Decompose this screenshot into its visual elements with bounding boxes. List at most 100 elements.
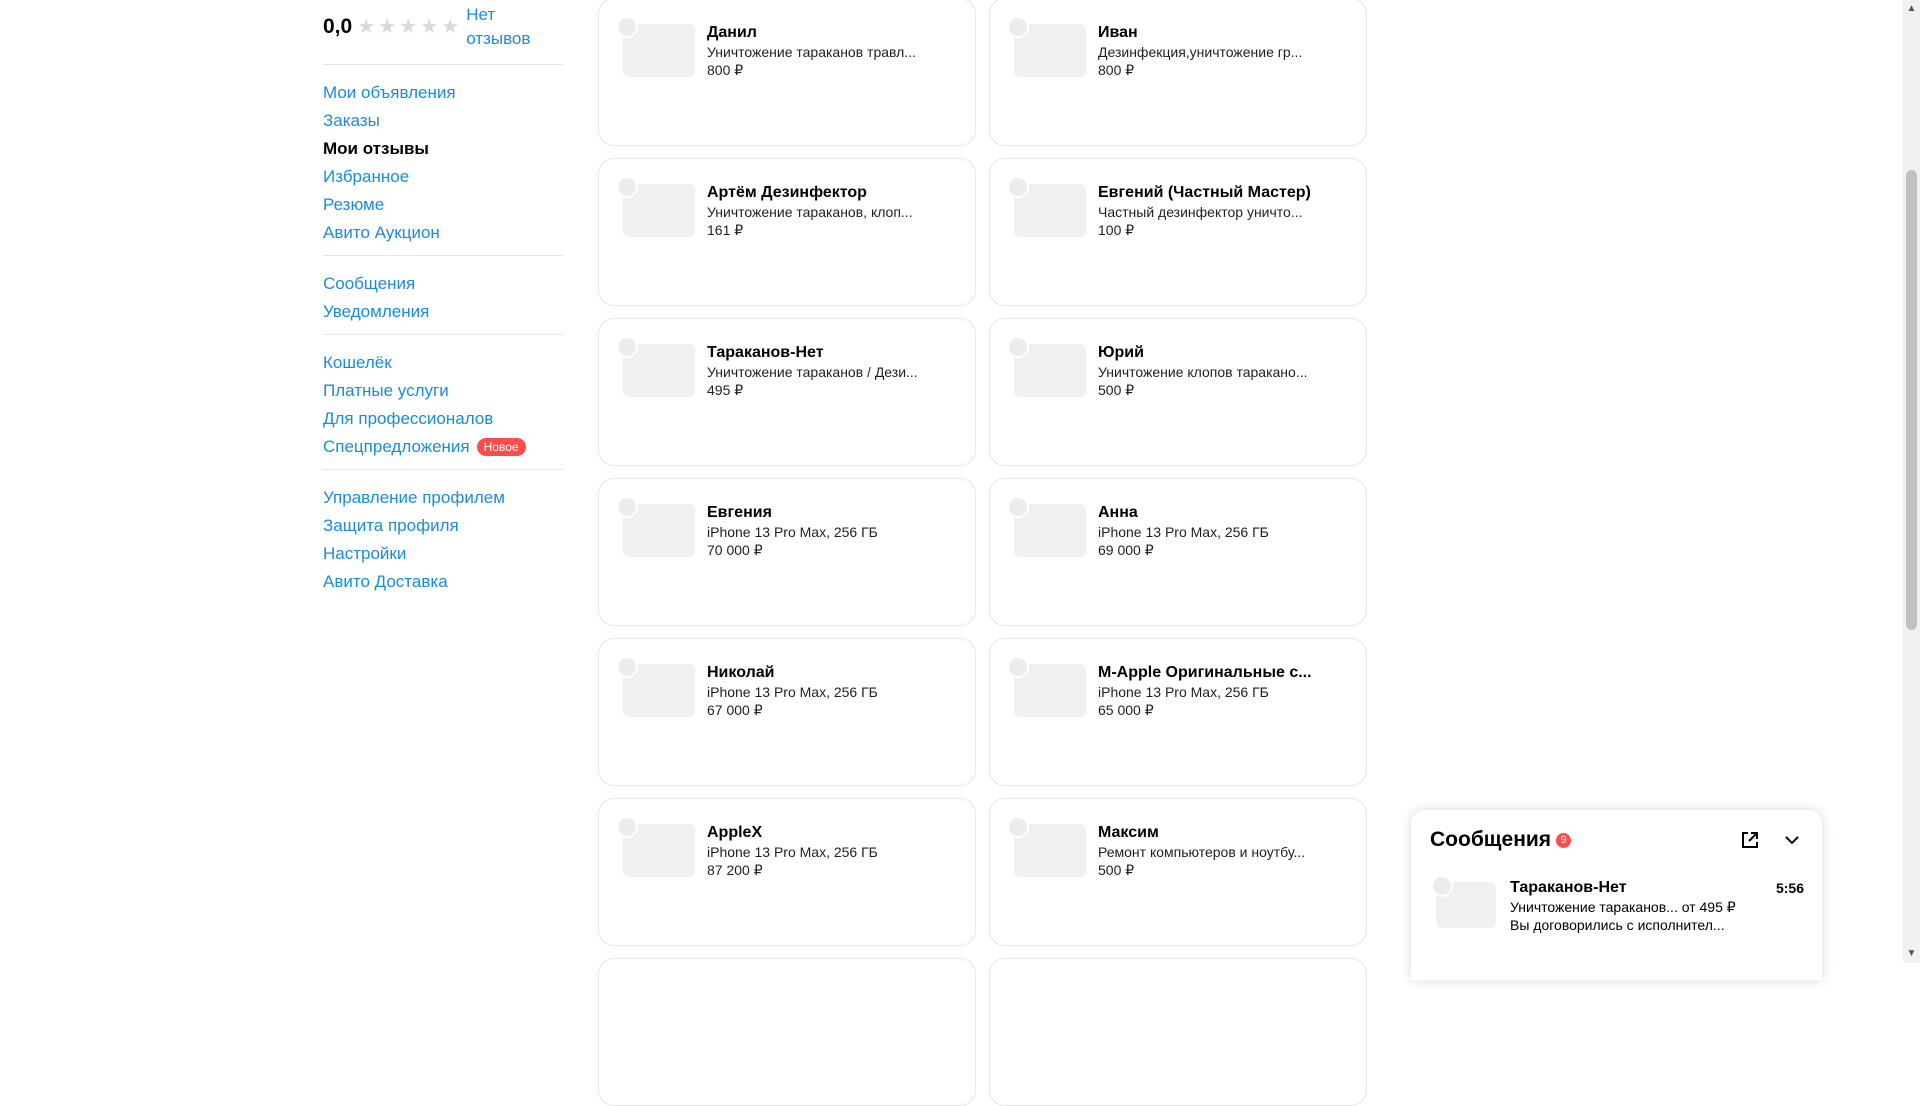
card-listing-title: Уничтожение клопов таракано... — [1098, 364, 1308, 380]
sidebar-item-label: Резюме — [323, 195, 385, 214]
card-seller-name[interactable]: Тараканов-Нет — [707, 343, 947, 363]
sidebar-menu: Мои объявления Заказы Мои отзывы Избранное Р… — [323, 64, 563, 602]
star-icon: ★ — [420, 16, 439, 38]
avatar — [616, 656, 638, 678]
card-seller-name[interactable]: M-Apple Оригинальные с... — [1098, 663, 1338, 683]
card-listing-title: iPhone 13 Pro Max, 256 ГБ — [1098, 524, 1269, 540]
card-price: 70 000 ₽ — [707, 542, 763, 558]
card-seller-name[interactable]: Анна — [1098, 503, 1338, 523]
message-preview: Вы договорились с исполнител... — [1510, 917, 1725, 933]
card-seller-name[interactable]: Юрий — [1098, 343, 1338, 363]
card-listing-title: Частный дезинфектор уничто... — [1098, 204, 1303, 220]
sidebar-divider — [323, 469, 563, 470]
sidebar-menu-group: Мои объявления Заказы Мои отзывы Избранное Р… — [323, 67, 563, 253]
sidebar-item[interactable]: Авито Аукцион — [323, 219, 563, 247]
seller-card[interactable]: AppleX iPhone 13 Pro Max, 256 ГБ 87 200 … — [598, 798, 976, 946]
sidebar-item[interactable]: Заказы — [323, 107, 563, 135]
scroll-thumb[interactable] — [1906, 170, 1917, 630]
sidebar-item[interactable]: Уведомления — [323, 298, 563, 326]
page-scrollbar[interactable]: ▲ ▼ — [1903, 0, 1920, 963]
sidebar-menu-group: Кошелёк Платные услуги Для профессионалов С… — [323, 337, 563, 467]
sidebar-item-label: Мои объявления — [323, 83, 456, 102]
rating-value: 0,0 — [323, 15, 353, 38]
no-reviews-line1: Нет — [466, 5, 496, 24]
sidebar-item-label: Заказы — [323, 111, 380, 130]
seller-card[interactable] — [989, 958, 1367, 1106]
star-icon: ★ — [399, 16, 418, 38]
sidebar-item[interactable]: Настройки — [323, 540, 563, 568]
avatar — [616, 816, 638, 838]
sidebar-item-label: Мои отзывы — [323, 139, 429, 158]
avatar — [1007, 16, 1029, 38]
message-subject: Уничтожение тараканов... от 495 ₽ — [1510, 899, 1736, 915]
seller-card[interactable] — [598, 958, 976, 1106]
card-seller-name[interactable]: Данил — [707, 23, 947, 43]
card-listing-title: iPhone 13 Pro Max, 256 ГБ — [1098, 684, 1269, 700]
sidebar-item[interactable]: Авито Доставка — [323, 568, 563, 596]
card-listing-title: iPhone 13 Pro Max, 256 ГБ — [707, 524, 878, 540]
sidebar-item[interactable]: Платные услуги — [323, 377, 563, 405]
card-seller-name[interactable]: AppleX — [707, 823, 947, 843]
no-reviews-link[interactable]: Нет отзывов — [466, 3, 530, 51]
card-listing-title: Уничтожение тараканов травл... — [707, 44, 916, 60]
card-seller-name[interactable]: Евгений (Частный Мастер) — [1098, 183, 1338, 203]
seller-card[interactable]: Тараканов-Нет Уничтожение тараканов / Де… — [598, 318, 976, 466]
sidebar-item-label: Уведомления — [323, 302, 430, 321]
messages-widget-controls — [1738, 828, 1804, 852]
avatar — [1007, 816, 1029, 838]
card-price: 500 ₽ — [1098, 862, 1135, 878]
card-price: 87 200 ₽ — [707, 862, 763, 878]
star-icon: ★ — [357, 16, 376, 38]
sidebar-item[interactable]: Управление профилем — [323, 484, 563, 512]
messages-widget-header: Сообщения 9 — [1430, 828, 1572, 852]
seller-card[interactable]: Иван Дезинфекция,уничтожение гр... 800 ₽ — [989, 0, 1367, 146]
card-seller-name[interactable]: Артём Дезинфектор — [707, 183, 947, 203]
sidebar-item[interactable]: Защита профиля — [323, 512, 563, 540]
sidebar-item[interactable]: Мои отзывы — [323, 135, 563, 163]
star-icon: ★ — [441, 16, 460, 38]
card-seller-name[interactable]: Максим — [1098, 823, 1338, 843]
seller-card[interactable]: Данил Уничтожение тараканов травл... 800… — [598, 0, 976, 146]
rating-stars: ★ ★ ★ ★ ★ — [357, 16, 462, 38]
sidebar-item[interactable]: Кошелёк — [323, 349, 563, 377]
seller-card[interactable]: Артём Дезинфектор Уничтожение тараканов,… — [598, 158, 976, 306]
sidebar-item[interactable]: Сообщения — [323, 270, 563, 298]
message-time: 5:56 — [1775, 880, 1804, 896]
seller-card[interactable]: Максим Ремонт компьютеров и ноутбу... 50… — [989, 798, 1367, 946]
star-icon: ★ — [378, 16, 397, 38]
sidebar-item[interactable]: Мои объявления — [323, 79, 563, 107]
sidebar-item[interactable]: Спецпредложения Новое — [323, 433, 563, 461]
sidebar-item-label: Избранное — [323, 167, 410, 186]
avatar — [1007, 176, 1029, 198]
no-reviews-line2: отзывов — [466, 29, 531, 48]
sidebar-item-label: Авито Доставка — [323, 572, 448, 591]
open-external-icon[interactable] — [1738, 828, 1762, 852]
seller-card[interactable]: M-Apple Оригинальные с... iPhone 13 Pro … — [989, 638, 1367, 786]
seller-card[interactable]: Евгения iPhone 13 Pro Max, 256 ГБ 70 000… — [598, 478, 976, 626]
card-price: 800 ₽ — [707, 62, 744, 78]
sidebar-item[interactable]: Избранное — [323, 163, 563, 191]
seller-card[interactable]: Евгений (Частный Мастер) Частный дезинфе… — [989, 158, 1367, 306]
card-price: 65 000 ₽ — [1098, 702, 1154, 718]
card-seller-name[interactable]: Евгения — [707, 503, 947, 523]
card-price: 495 ₽ — [707, 382, 744, 398]
seller-card[interactable]: Николай iPhone 13 Pro Max, 256 ГБ 67 000… — [598, 638, 976, 786]
card-price: 100 ₽ — [1098, 222, 1135, 238]
chevron-down-icon[interactable] — [1780, 828, 1804, 852]
card-price: 500 ₽ — [1098, 382, 1135, 398]
sidebar-menu-group: Сообщения Уведомления — [323, 258, 563, 332]
seller-card[interactable]: Анна iPhone 13 Pro Max, 256 ГБ 69 000 ₽ — [989, 478, 1367, 626]
scroll-down-icon[interactable]: ▼ — [1906, 947, 1917, 961]
card-seller-name[interactable]: Иван — [1098, 23, 1338, 43]
seller-card[interactable]: Юрий Уничтожение клопов таракано... 500 … — [989, 318, 1367, 466]
scroll-up-icon[interactable]: ▲ — [1906, 2, 1917, 16]
sidebar-item[interactable]: Резюме — [323, 191, 563, 219]
sidebar-item-label: Авито Аукцион — [323, 223, 440, 242]
sidebar-item-label: Для профессионалов — [323, 409, 494, 428]
message-thread-item[interactable]: Тараканов-Нет Уничтожение тараканов... о… — [1431, 875, 1804, 938]
card-seller-name[interactable]: Николай — [707, 663, 947, 683]
sidebar-item[interactable]: Для профессионалов — [323, 405, 563, 433]
sidebar-item-label: Сообщения — [323, 274, 416, 293]
new-badge: Новое — [476, 438, 526, 456]
avatar — [616, 336, 638, 358]
